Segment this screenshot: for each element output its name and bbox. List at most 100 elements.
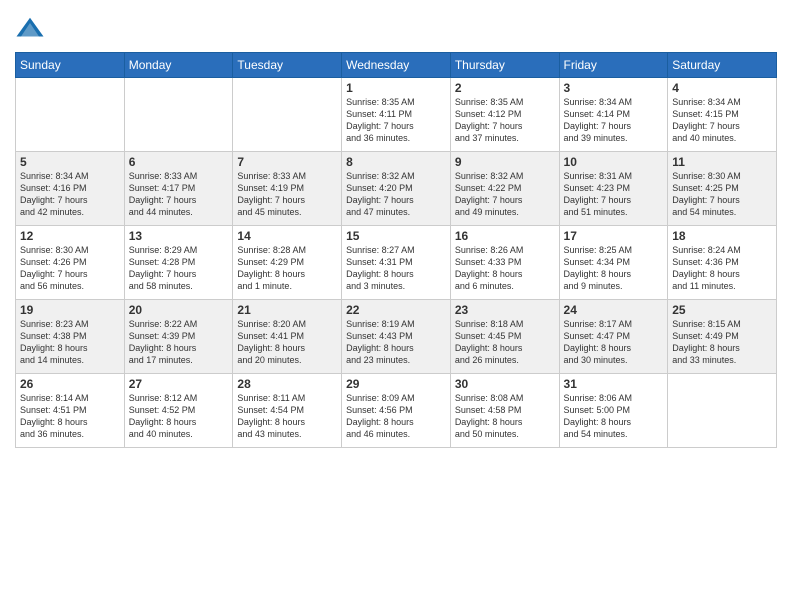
calendar-header-tuesday: Tuesday	[233, 53, 342, 78]
calendar-cell: 30Sunrise: 8:08 AM Sunset: 4:58 PM Dayli…	[450, 374, 559, 448]
day-number: 22	[346, 303, 446, 317]
day-number: 15	[346, 229, 446, 243]
calendar-table: SundayMondayTuesdayWednesdayThursdayFrid…	[15, 52, 777, 448]
day-info: Sunrise: 8:33 AM Sunset: 4:17 PM Dayligh…	[129, 170, 229, 219]
day-number: 27	[129, 377, 229, 391]
day-number: 8	[346, 155, 446, 169]
calendar-week-row: 26Sunrise: 8:14 AM Sunset: 4:51 PM Dayli…	[16, 374, 777, 448]
calendar-cell: 23Sunrise: 8:18 AM Sunset: 4:45 PM Dayli…	[450, 300, 559, 374]
calendar-cell: 22Sunrise: 8:19 AM Sunset: 4:43 PM Dayli…	[342, 300, 451, 374]
day-number: 30	[455, 377, 555, 391]
calendar-cell: 26Sunrise: 8:14 AM Sunset: 4:51 PM Dayli…	[16, 374, 125, 448]
day-number: 20	[129, 303, 229, 317]
calendar-week-row: 1Sunrise: 8:35 AM Sunset: 4:11 PM Daylig…	[16, 78, 777, 152]
day-number: 9	[455, 155, 555, 169]
calendar-cell	[668, 374, 777, 448]
day-number: 29	[346, 377, 446, 391]
calendar-header-thursday: Thursday	[450, 53, 559, 78]
calendar-cell: 18Sunrise: 8:24 AM Sunset: 4:36 PM Dayli…	[668, 226, 777, 300]
calendar-cell: 3Sunrise: 8:34 AM Sunset: 4:14 PM Daylig…	[559, 78, 668, 152]
logo	[15, 14, 49, 44]
calendar-week-row: 19Sunrise: 8:23 AM Sunset: 4:38 PM Dayli…	[16, 300, 777, 374]
day-number: 5	[20, 155, 120, 169]
day-info: Sunrise: 8:30 AM Sunset: 4:26 PM Dayligh…	[20, 244, 120, 293]
calendar-cell: 16Sunrise: 8:26 AM Sunset: 4:33 PM Dayli…	[450, 226, 559, 300]
day-number: 1	[346, 81, 446, 95]
day-info: Sunrise: 8:08 AM Sunset: 4:58 PM Dayligh…	[455, 392, 555, 441]
calendar-week-row: 12Sunrise: 8:30 AM Sunset: 4:26 PM Dayli…	[16, 226, 777, 300]
calendar-cell: 25Sunrise: 8:15 AM Sunset: 4:49 PM Dayli…	[668, 300, 777, 374]
calendar-cell	[16, 78, 125, 152]
calendar-header-monday: Monday	[124, 53, 233, 78]
day-info: Sunrise: 8:28 AM Sunset: 4:29 PM Dayligh…	[237, 244, 337, 293]
day-info: Sunrise: 8:35 AM Sunset: 4:11 PM Dayligh…	[346, 96, 446, 145]
calendar-cell: 20Sunrise: 8:22 AM Sunset: 4:39 PM Dayli…	[124, 300, 233, 374]
day-number: 19	[20, 303, 120, 317]
calendar-cell: 9Sunrise: 8:32 AM Sunset: 4:22 PM Daylig…	[450, 152, 559, 226]
day-info: Sunrise: 8:09 AM Sunset: 4:56 PM Dayligh…	[346, 392, 446, 441]
day-number: 10	[564, 155, 664, 169]
calendar-cell: 11Sunrise: 8:30 AM Sunset: 4:25 PM Dayli…	[668, 152, 777, 226]
day-number: 13	[129, 229, 229, 243]
day-info: Sunrise: 8:12 AM Sunset: 4:52 PM Dayligh…	[129, 392, 229, 441]
calendar-cell: 15Sunrise: 8:27 AM Sunset: 4:31 PM Dayli…	[342, 226, 451, 300]
day-info: Sunrise: 8:23 AM Sunset: 4:38 PM Dayligh…	[20, 318, 120, 367]
calendar-header-wednesday: Wednesday	[342, 53, 451, 78]
day-info: Sunrise: 8:31 AM Sunset: 4:23 PM Dayligh…	[564, 170, 664, 219]
calendar-cell: 6Sunrise: 8:33 AM Sunset: 4:17 PM Daylig…	[124, 152, 233, 226]
calendar-header-saturday: Saturday	[668, 53, 777, 78]
calendar-cell	[233, 78, 342, 152]
day-number: 23	[455, 303, 555, 317]
day-number: 11	[672, 155, 772, 169]
day-info: Sunrise: 8:20 AM Sunset: 4:41 PM Dayligh…	[237, 318, 337, 367]
day-number: 28	[237, 377, 337, 391]
calendar-cell	[124, 78, 233, 152]
day-number: 25	[672, 303, 772, 317]
day-info: Sunrise: 8:14 AM Sunset: 4:51 PM Dayligh…	[20, 392, 120, 441]
day-number: 7	[237, 155, 337, 169]
calendar-cell: 13Sunrise: 8:29 AM Sunset: 4:28 PM Dayli…	[124, 226, 233, 300]
day-number: 21	[237, 303, 337, 317]
calendar-cell: 27Sunrise: 8:12 AM Sunset: 4:52 PM Dayli…	[124, 374, 233, 448]
day-number: 3	[564, 81, 664, 95]
calendar-cell: 5Sunrise: 8:34 AM Sunset: 4:16 PM Daylig…	[16, 152, 125, 226]
calendar-cell: 28Sunrise: 8:11 AM Sunset: 4:54 PM Dayli…	[233, 374, 342, 448]
day-info: Sunrise: 8:19 AM Sunset: 4:43 PM Dayligh…	[346, 318, 446, 367]
day-info: Sunrise: 8:34 AM Sunset: 4:16 PM Dayligh…	[20, 170, 120, 219]
calendar-cell: 24Sunrise: 8:17 AM Sunset: 4:47 PM Dayli…	[559, 300, 668, 374]
day-number: 31	[564, 377, 664, 391]
page-container: SundayMondayTuesdayWednesdayThursdayFrid…	[0, 0, 792, 612]
calendar-cell: 4Sunrise: 8:34 AM Sunset: 4:15 PM Daylig…	[668, 78, 777, 152]
calendar-cell: 17Sunrise: 8:25 AM Sunset: 4:34 PM Dayli…	[559, 226, 668, 300]
day-number: 4	[672, 81, 772, 95]
day-info: Sunrise: 8:32 AM Sunset: 4:20 PM Dayligh…	[346, 170, 446, 219]
calendar-cell: 8Sunrise: 8:32 AM Sunset: 4:20 PM Daylig…	[342, 152, 451, 226]
day-info: Sunrise: 8:33 AM Sunset: 4:19 PM Dayligh…	[237, 170, 337, 219]
day-number: 16	[455, 229, 555, 243]
day-info: Sunrise: 8:17 AM Sunset: 4:47 PM Dayligh…	[564, 318, 664, 367]
day-number: 17	[564, 229, 664, 243]
calendar-cell: 29Sunrise: 8:09 AM Sunset: 4:56 PM Dayli…	[342, 374, 451, 448]
day-info: Sunrise: 8:15 AM Sunset: 4:49 PM Dayligh…	[672, 318, 772, 367]
day-number: 26	[20, 377, 120, 391]
calendar-cell: 21Sunrise: 8:20 AM Sunset: 4:41 PM Dayli…	[233, 300, 342, 374]
day-info: Sunrise: 8:24 AM Sunset: 4:36 PM Dayligh…	[672, 244, 772, 293]
calendar-header-sunday: Sunday	[16, 53, 125, 78]
calendar-header-row: SundayMondayTuesdayWednesdayThursdayFrid…	[16, 53, 777, 78]
calendar-week-row: 5Sunrise: 8:34 AM Sunset: 4:16 PM Daylig…	[16, 152, 777, 226]
day-number: 12	[20, 229, 120, 243]
header	[15, 10, 777, 44]
day-info: Sunrise: 8:32 AM Sunset: 4:22 PM Dayligh…	[455, 170, 555, 219]
day-info: Sunrise: 8:11 AM Sunset: 4:54 PM Dayligh…	[237, 392, 337, 441]
day-info: Sunrise: 8:30 AM Sunset: 4:25 PM Dayligh…	[672, 170, 772, 219]
day-info: Sunrise: 8:25 AM Sunset: 4:34 PM Dayligh…	[564, 244, 664, 293]
day-info: Sunrise: 8:35 AM Sunset: 4:12 PM Dayligh…	[455, 96, 555, 145]
calendar-cell: 31Sunrise: 8:06 AM Sunset: 5:00 PM Dayli…	[559, 374, 668, 448]
calendar-cell: 19Sunrise: 8:23 AM Sunset: 4:38 PM Dayli…	[16, 300, 125, 374]
day-info: Sunrise: 8:18 AM Sunset: 4:45 PM Dayligh…	[455, 318, 555, 367]
day-number: 18	[672, 229, 772, 243]
calendar-header-friday: Friday	[559, 53, 668, 78]
day-info: Sunrise: 8:34 AM Sunset: 4:14 PM Dayligh…	[564, 96, 664, 145]
calendar-cell: 14Sunrise: 8:28 AM Sunset: 4:29 PM Dayli…	[233, 226, 342, 300]
logo-icon	[15, 14, 45, 44]
